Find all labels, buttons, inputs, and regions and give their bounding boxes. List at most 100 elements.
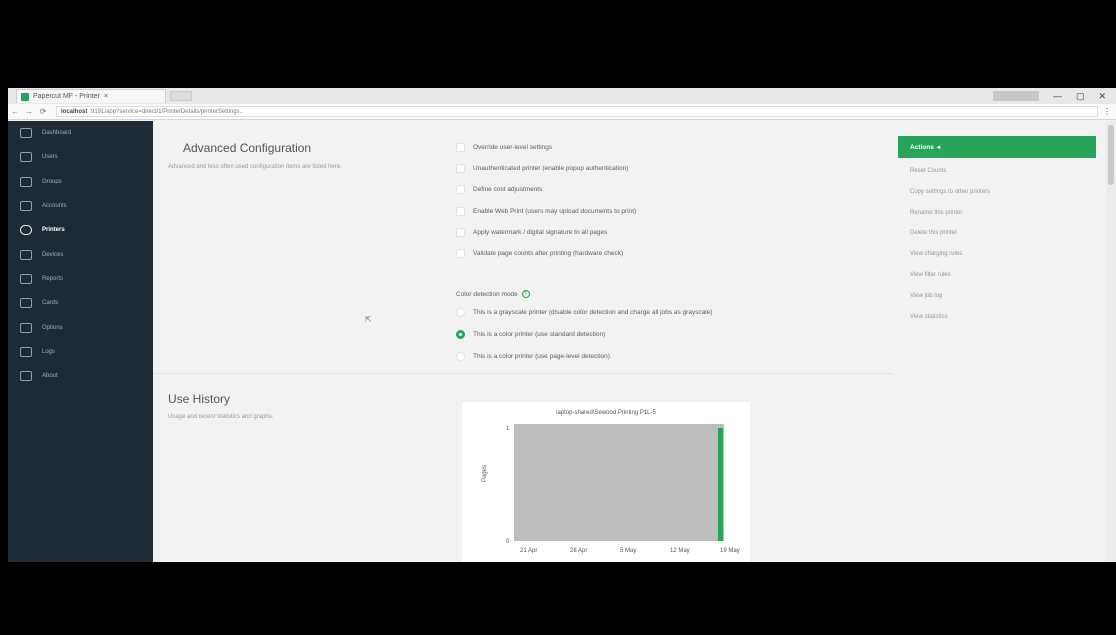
advanced-option[interactable]: Enable Web Print (users may upload docum… (456, 206, 637, 216)
minimize-button[interactable]: — (1053, 91, 1062, 101)
color-mode-radio[interactable] (456, 330, 465, 339)
chart-plot-area (514, 424, 724, 541)
section-divider (153, 373, 893, 374)
color-mode-label: This is a color printer (use page-level … (473, 353, 610, 360)
options-icon (20, 322, 32, 333)
color-mode-option[interactable]: This is a color printer (use page-level … (456, 352, 610, 361)
option-checkbox[interactable] (456, 206, 465, 216)
action-link[interactable]: View job log (910, 293, 942, 299)
tab-bar: Papercut MF - Printer × — ▢ ✕ (8, 88, 1116, 104)
users-icon (20, 152, 32, 163)
color-mode-radio[interactable] (456, 308, 465, 317)
actions-collapse-icon[interactable]: ◂ (937, 143, 940, 151)
advanced-option[interactable]: Apply watermark / digital signature to a… (456, 227, 607, 237)
color-detection-text: Color detection mode (456, 290, 518, 298)
color-mode-radio[interactable] (456, 352, 465, 361)
chart-x-tick: 12 May (670, 548, 690, 554)
sidebar-item-reports[interactable]: Reports (8, 267, 153, 291)
devices-icon (20, 249, 32, 260)
sidebar: Dashboard Users Groups Accounts Printers Devi… (8, 121, 153, 562)
color-mode-option[interactable]: This is a grayscale printer (disable col… (456, 308, 713, 317)
option-checkbox[interactable] (456, 249, 465, 258)
advanced-option[interactable]: Define cost adjustments (456, 185, 542, 195)
sidebar-list: Dashboard Users Groups Accounts Printers Devi… (8, 121, 153, 388)
sidebar-item-options[interactable]: Options (8, 315, 153, 339)
sidebar-item-label: Printers (42, 227, 65, 234)
sidebar-item-printers[interactable]: Printers (8, 218, 153, 242)
sidebar-item-dashboard[interactable]: Dashboard (8, 121, 153, 145)
about-icon (20, 371, 32, 382)
address-bar-row: ← → ⟳ localhost :9191/app?service=direct… (8, 104, 1116, 120)
scrollbar-thumb[interactable] (1108, 125, 1114, 185)
sidebar-item-label: Cards (42, 300, 59, 307)
back-icon[interactable]: ← (8, 107, 22, 116)
chart-x-tick: 21 Apr (520, 548, 537, 554)
color-detection-label: Color detection mode ? (456, 290, 530, 298)
option-label: Enable Web Print (users may upload docum… (473, 207, 637, 215)
actions-header-label: Actions (910, 143, 934, 151)
option-checkbox[interactable] (456, 185, 465, 195)
option-checkbox[interactable] (456, 143, 465, 152)
action-link[interactable]: Reset Counts (910, 168, 946, 174)
action-link[interactable]: View statistics (910, 314, 948, 320)
chart-x-tick: 28 Apr (570, 548, 587, 554)
maximize-button[interactable]: ▢ (1076, 91, 1085, 102)
reports-icon (20, 273, 32, 284)
chart-bar (718, 428, 723, 541)
sidebar-item-cards[interactable]: Cards (8, 291, 153, 315)
sidebar-item-groups[interactable]: Groups (8, 170, 153, 194)
color-mode-option[interactable]: This is a color printer (use standard de… (456, 330, 605, 339)
close-button[interactable]: ✕ (1098, 91, 1106, 102)
advanced-config-description: Advanced and less often used configurati… (168, 164, 342, 170)
sidebar-item-label: Reports (42, 275, 64, 282)
chart-y-tick: 1 (506, 426, 510, 432)
action-link[interactable]: Rename this printer (910, 210, 962, 216)
mouse-cursor-icon: ⇱ (365, 315, 372, 324)
url-input[interactable]: localhost :9191/app?service=direct/1/Pri… (56, 106, 1098, 117)
page-scrollbar[interactable] (1106, 121, 1116, 562)
logs-icon (20, 346, 32, 357)
sidebar-item-about[interactable]: About (8, 364, 153, 388)
actions-header: Actions ◂ (898, 136, 1096, 158)
sidebar-item-label: Logs (42, 348, 56, 355)
sidebar-item-label: Groups (42, 178, 62, 185)
new-tab-button[interactable] (170, 91, 192, 101)
printer-icon (20, 225, 32, 236)
tab-close-icon[interactable]: × (104, 93, 108, 100)
tab-title: Papercut MF - Printer (33, 93, 100, 100)
sidebar-item-label: Dashboard (42, 130, 72, 137)
sidebar-item-logs[interactable]: Logs (8, 340, 153, 364)
sidebar-item-users[interactable]: Users (8, 145, 153, 169)
advanced-option[interactable]: Unauthenticated printer (enable popup au… (456, 164, 628, 174)
advanced-option[interactable]: Override user-level settings (456, 143, 552, 152)
advanced-config-title: Advanced Configuration (183, 141, 312, 155)
option-checkbox[interactable] (456, 164, 465, 174)
action-link[interactable]: Copy settings to other printers (910, 189, 990, 195)
action-link[interactable]: View charging rules (910, 251, 962, 257)
chart-canvas: 0 1 21 Apr 28 Apr 5 May 12 May 19 May (506, 424, 740, 554)
action-link[interactable]: Delete this printer (910, 230, 957, 236)
accounts-icon (20, 201, 32, 212)
help-icon[interactable]: ? (521, 290, 530, 298)
reload-icon[interactable]: ⟳ (36, 107, 50, 116)
forward-icon[interactable]: → (22, 107, 36, 116)
color-mode-label: This is a grayscale printer (disable col… (473, 309, 713, 316)
option-label: Validate page counts after printing (har… (473, 250, 624, 257)
profile-badge[interactable] (992, 91, 1039, 101)
sidebar-item-accounts[interactable]: Accounts (8, 194, 153, 218)
dashboard-icon (20, 128, 32, 139)
chart-x-tick: 19 May (720, 548, 740, 554)
browser-menu-icon[interactable]: ⋮ (1098, 107, 1116, 116)
option-label: Override user-level settings (473, 144, 553, 151)
browser-tab[interactable]: Papercut MF - Printer × (16, 89, 166, 103)
use-history-title: Use History (168, 392, 231, 406)
sidebar-item-devices[interactable]: Devices (8, 242, 153, 266)
option-checkbox[interactable] (456, 227, 465, 237)
action-link[interactable]: View filter rules (910, 272, 951, 278)
cards-icon (20, 298, 32, 309)
url-host: localhost (61, 108, 88, 115)
advanced-option[interactable]: Validate page counts after printing (har… (456, 249, 623, 258)
sidebar-item-label: Options (42, 324, 63, 331)
main-content: Advanced Configuration Advanced and less… (153, 121, 898, 562)
url-path: :9191/app?service=direct/1/PrinterDetail… (89, 108, 243, 115)
